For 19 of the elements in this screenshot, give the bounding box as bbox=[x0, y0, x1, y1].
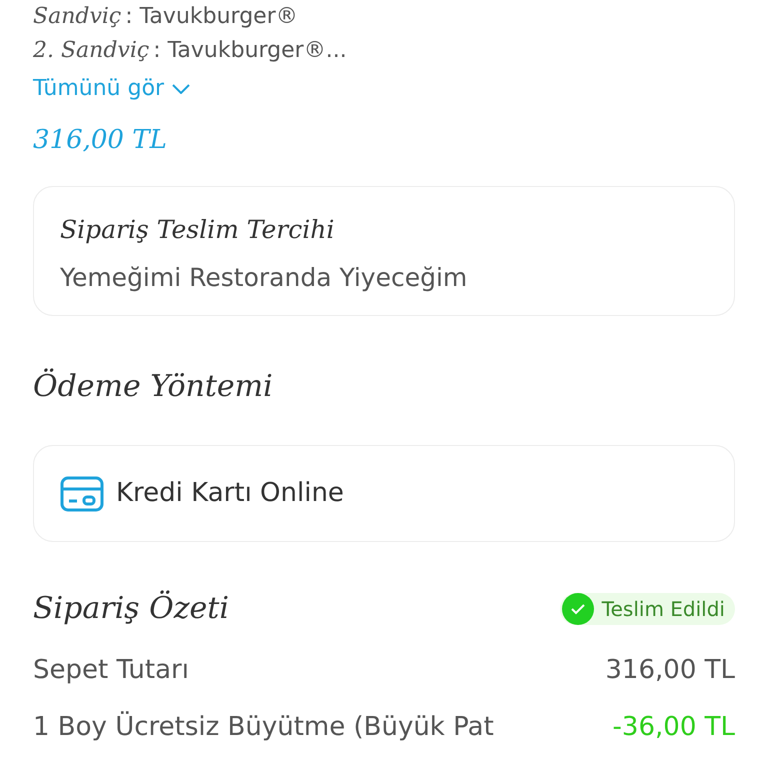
payment-method: Kredi Kartı Online bbox=[116, 477, 344, 510]
payment-title: Ödeme Yöntemi bbox=[33, 367, 274, 406]
delivery-title: Sipariş Teslim Tercihi bbox=[60, 214, 336, 246]
see-all-link[interactable]: Tümünü gör bbox=[33, 72, 190, 105]
summary-title: Sipariş Özeti bbox=[33, 589, 229, 628]
summary-amount: -36,00 TL bbox=[612, 711, 735, 744]
summary-label: 1 Boy Ücretsiz Büyütme (Büyük Pat bbox=[33, 710, 494, 744]
item-value: : Tavukburger®... bbox=[153, 37, 347, 65]
check-circle-icon bbox=[562, 592, 594, 624]
item-label: 2. Sandviç bbox=[33, 37, 150, 65]
item-label: Sandviç bbox=[33, 3, 122, 31]
delivery-value: Yemeğimi Restoranda Yiyeceğim bbox=[60, 262, 468, 294]
credit-card-icon bbox=[60, 476, 104, 512]
item-value: : Tavukburger® bbox=[125, 3, 298, 31]
summary-amount: 316,00 TL bbox=[605, 654, 735, 687]
item-price: 316,00 TL bbox=[33, 124, 168, 157]
status-badge: Teslim Edildi bbox=[560, 592, 735, 624]
summary-label: Sepet Tutarı bbox=[33, 654, 189, 687]
chevron-down-icon bbox=[172, 84, 190, 94]
